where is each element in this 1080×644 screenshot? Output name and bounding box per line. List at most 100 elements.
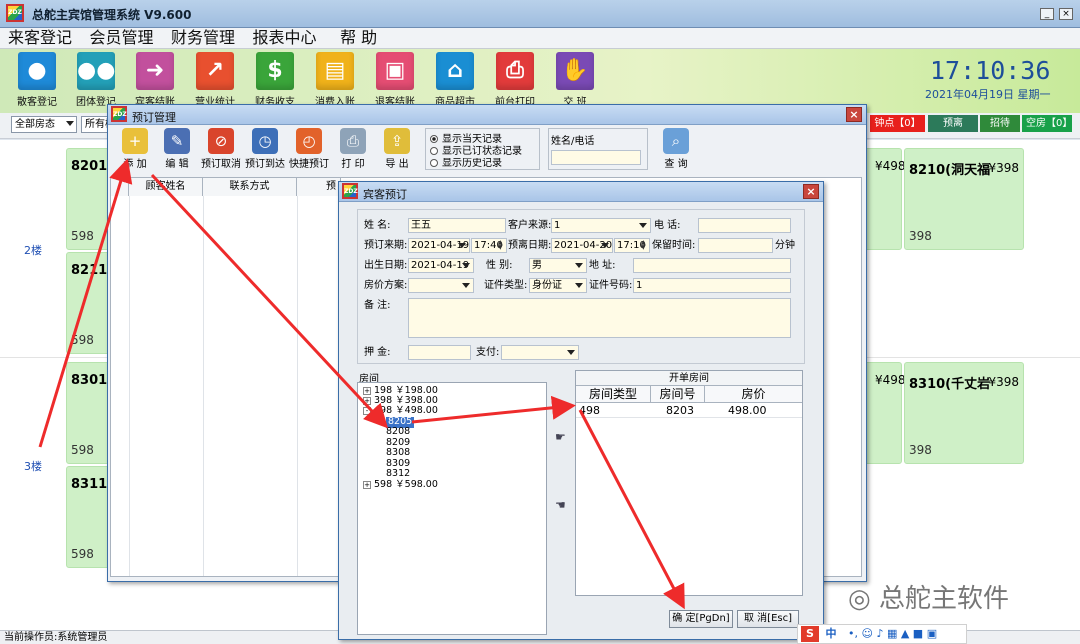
tool-print[interactable]: ⎙ 前台打印: [485, 52, 545, 108]
stats-icon: ↗: [196, 52, 234, 90]
clock: 17:10:36: [930, 56, 1051, 85]
menu-member[interactable]: 会员管理: [90, 28, 154, 48]
expand-icon[interactable]: +: [363, 387, 371, 395]
arrive-time-spinner[interactable]: 17:40 ▲ ▼: [471, 238, 507, 253]
room-state-select[interactable]: 全部房态: [11, 116, 77, 133]
phone-field[interactable]: [698, 218, 791, 233]
radio-booked[interactable]: 显示已订状态记录: [430, 146, 522, 158]
cancel-button[interactable]: 取 消[Esc]: [737, 610, 799, 628]
col-contact[interactable]: 联系方式: [203, 178, 297, 196]
menu-finance[interactable]: 财务管理: [171, 28, 235, 48]
leave-date-picker[interactable]: 2021-04-20: [551, 238, 613, 253]
checkout-icon: ➜: [136, 52, 174, 90]
menu-help[interactable]: 帮 助: [340, 28, 377, 48]
col-booking[interactable]: 预: [297, 178, 341, 196]
edit-booking-button[interactable]: ✎ 编 辑: [156, 128, 198, 170]
tool-shift[interactable]: ✋ 交 班: [545, 52, 605, 108]
expand-icon[interactable]: +: [363, 397, 371, 405]
ime-lang[interactable]: 中: [826, 627, 837, 640]
tool-finance[interactable]: $ 财务收支: [245, 52, 305, 108]
quick-booking-button[interactable]: ◴ 快捷预订: [288, 128, 330, 170]
query-button[interactable]: ⌕ 查 询: [655, 128, 697, 170]
floor-label-3: 3楼: [24, 460, 42, 473]
leave-time-spinner[interactable]: 17:10 ▲ ▼: [614, 238, 650, 253]
menu-guest-register[interactable]: 来客登记: [8, 28, 72, 48]
tool-group-register[interactable]: ●● 团体登记: [66, 52, 126, 108]
gender-select[interactable]: 男: [529, 258, 587, 273]
col-guest-name[interactable]: 顾客姓名: [129, 178, 203, 196]
app-logo-icon: ZDZ: [6, 4, 24, 22]
move-left-button[interactable]: ☚: [555, 498, 566, 512]
confirm-button[interactable]: 确 定[PgDn]: [669, 610, 733, 628]
tool-checkout[interactable]: ➜ 宾客结账: [125, 52, 185, 108]
room-tile[interactable]: 8211(598: [66, 252, 113, 354]
tool-stats[interactable]: ↗ 营业统计: [185, 52, 245, 108]
tool-store[interactable]: ⌂ 商品超市: [425, 52, 485, 108]
room-tile[interactable]: 8310(千丈岩 ¥398 398: [904, 362, 1024, 464]
tree-node-598[interactable]: +598 ￥598.00: [363, 479, 438, 491]
room-tree-panel: 房间 +198 ￥198.00 +398 ￥398.00 -498 ￥498.0…: [357, 370, 547, 635]
col-room-no[interactable]: 房间号: [651, 386, 705, 403]
arrive-date-picker[interactable]: 2021-04-19: [408, 238, 470, 253]
remark-textarea[interactable]: [408, 298, 791, 338]
menu-reports[interactable]: 报表中心: [253, 28, 317, 48]
booking-arrive-button[interactable]: ◷ 预订到达: [244, 128, 286, 170]
cancel-booking-button[interactable]: ⊘ 预订取消: [200, 128, 242, 170]
wechat-icon: ◎: [848, 584, 879, 614]
name-phone-input[interactable]: [551, 150, 641, 165]
register-icon: ▤: [316, 52, 354, 90]
person-icon: ●: [18, 52, 56, 90]
room-tile[interactable]: 8311(598: [66, 466, 113, 568]
close-window-button[interactable]: ×: [1059, 8, 1073, 20]
store-icon: ⌂: [436, 52, 474, 90]
close-button[interactable]: ×: [803, 184, 819, 199]
ime-tools-icon[interactable]: •, ☺ ♪ ▦ ▲ ■ ▣: [848, 627, 937, 640]
id-number-field[interactable]: 1: [633, 278, 791, 293]
radio-today[interactable]: 显示当天记录: [430, 134, 502, 146]
birth-date-picker[interactable]: 2021-04-19: [408, 258, 474, 273]
legend-comp[interactable]: 招待: [980, 115, 1020, 132]
folder-add-icon: +: [122, 128, 148, 154]
export-icon: ⇪: [384, 128, 410, 154]
export-button[interactable]: ⇪ 导 出: [376, 128, 418, 170]
legend-hourly[interactable]: 钟点【0】: [870, 115, 925, 132]
collapse-icon[interactable]: -: [363, 407, 371, 415]
legend-due-out[interactable]: 预离: [928, 115, 978, 132]
name-field[interactable]: 王五: [408, 218, 506, 233]
address-field[interactable]: [633, 258, 791, 273]
spinner-arrows-icon[interactable]: ▲ ▼: [641, 240, 648, 251]
sogou-icon[interactable]: S: [801, 626, 819, 642]
rate-plan-select[interactable]: [408, 278, 474, 293]
print-button[interactable]: ⎙ 打 印: [332, 128, 374, 170]
move-right-button[interactable]: ☛: [555, 430, 566, 444]
guest-booking-dialog: ZDZ 宾客预订 × 姓 名: 王五 客户来源: 1 电 话: 预订来期: 20…: [338, 181, 824, 640]
expand-icon[interactable]: +: [363, 481, 371, 489]
room-tile[interactable]: 8210(洞天福 ¥398 398: [904, 148, 1024, 250]
radio-history[interactable]: 显示历史记录: [430, 158, 502, 169]
spinner-arrows-icon[interactable]: ▲ ▼: [498, 240, 505, 251]
tree-room[interactable]: 8208: [386, 426, 410, 438]
col-room-price[interactable]: 房价: [705, 386, 802, 403]
room-tile[interactable]: 8301(598: [66, 362, 113, 464]
radio-dot: [430, 159, 438, 167]
minimize-button[interactable]: _: [1040, 8, 1054, 20]
col-room-type[interactable]: 房间类型: [576, 386, 651, 403]
legend-vacant[interactable]: 空房【0】: [1022, 115, 1072, 132]
floor-label-2: 2楼: [24, 244, 42, 257]
customer-source-select[interactable]: 1: [551, 218, 651, 233]
tree-room[interactable]: 8312: [386, 468, 410, 480]
id-type-select[interactable]: 身份证: [529, 278, 587, 293]
room-tile[interactable]: 8201(598: [66, 148, 113, 250]
table-row[interactable]: 498 8203 498.00: [576, 403, 802, 418]
tree-room[interactable]: 8308: [386, 447, 410, 459]
tool-consume[interactable]: ▤ 消费入账: [305, 52, 365, 108]
hold-time-field[interactable]: [698, 238, 773, 253]
tree-node-498[interactable]: -498 ￥498.00: [363, 405, 438, 417]
tool-refund[interactable]: ▣ 退客结账: [365, 52, 425, 108]
deposit-field[interactable]: [408, 345, 471, 360]
booking-management-titlebar: ZDZ 预订管理 ×: [108, 105, 866, 125]
tool-walkin-register[interactable]: ● 散客登记: [7, 52, 67, 108]
add-booking-button[interactable]: + 添 加: [114, 128, 156, 170]
payment-select[interactable]: [501, 345, 579, 360]
close-button[interactable]: ×: [846, 107, 862, 122]
